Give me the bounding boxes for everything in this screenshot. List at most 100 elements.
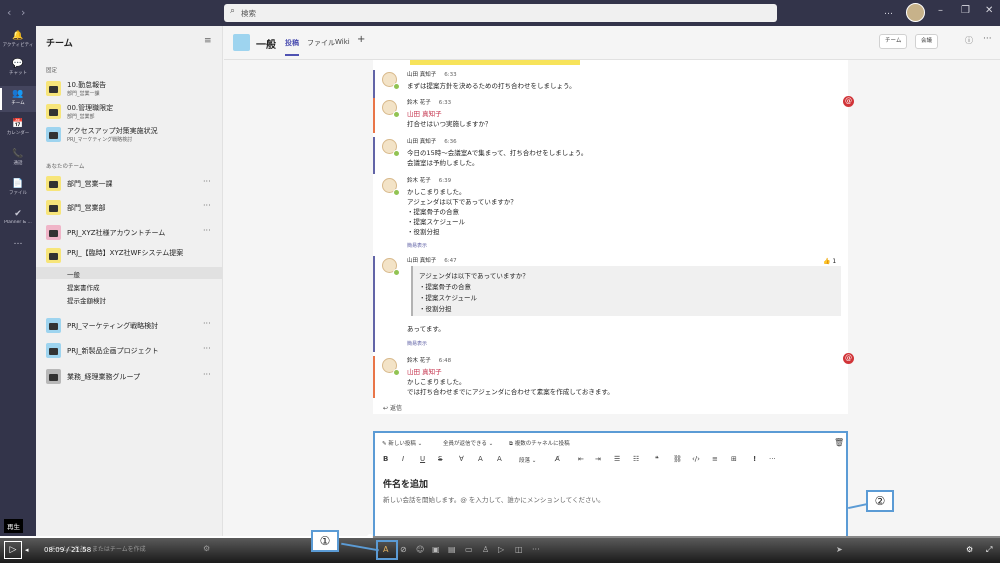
channel-item[interactable]: 提示金額検討 [36, 293, 223, 305]
callout-1: ① [311, 530, 339, 552]
highlight-icon[interactable]: ∀ [459, 455, 464, 463]
praise-icon[interactable]: ♙ [482, 545, 489, 554]
stream-icon[interactable]: ▷ [498, 545, 504, 554]
more-icon[interactable]: ··· [203, 370, 211, 379]
avatar [382, 258, 400, 276]
mention-text[interactable]: 山田 真知子 [407, 366, 442, 376]
fullscreen-icon[interactable]: ⤢ [986, 545, 992, 555]
font-color-icon[interactable]: A [478, 455, 483, 463]
pinned-channel[interactable]: 10.勤怠報告 部門_営業一課 [36, 78, 223, 100]
send-icon[interactable]: ➤ [836, 545, 843, 554]
bold-icon[interactable]: B [383, 455, 388, 463]
rail-teams[interactable]: 👥 チーム [0, 86, 36, 112]
gif-icon[interactable]: ▣ [432, 545, 440, 554]
more-options-icon[interactable]: … [884, 7, 893, 17]
compose-box[interactable]: ✎ 新しい投稿 ⌄ 全員が返信できる ⌄ ⧉ 複数のチャネルに投稿 🗑 B I … [373, 431, 848, 539]
filter-icon[interactable]: ≡ [204, 36, 212, 46]
new-post-dropdown[interactable]: ✎ 新しい投稿 ⌄ [382, 439, 422, 447]
bell-icon: 🔔 [12, 31, 24, 41]
more-icon[interactable]: ··· [203, 344, 211, 353]
message-input[interactable]: 新しい会話を開始します。@ を入力して、誰かにメンションしてください。 [383, 494, 605, 504]
strikethrough-icon[interactable]: S [438, 455, 442, 463]
paragraph-dropdown[interactable]: 段落 ⌄ [519, 456, 536, 464]
team-item[interactable]: 部門_営業一課 ··· [36, 173, 223, 195]
format-icon[interactable]: A [383, 545, 388, 554]
rail-calendar[interactable]: 📅 カレンダー [0, 116, 36, 142]
indent-icon[interactable]: ⇥ [595, 455, 601, 463]
pinned-channel[interactable]: アクセスアップ対策実施状況 PRJ_マーケティング戦略検討 [36, 124, 223, 146]
rail-planner[interactable]: ✔ Planner & ... [0, 206, 36, 232]
info-icon[interactable]: ⓘ [965, 35, 973, 46]
emoji-icon[interactable]: ☺ [416, 545, 424, 554]
quote-icon[interactable]: ❝ [655, 455, 659, 463]
more-icon[interactable]: ··· [203, 177, 211, 186]
underline-icon[interactable]: U [420, 455, 425, 463]
team-item[interactable]: PRJ_新製品企画プロジェクト ··· [36, 340, 223, 362]
maximize-icon[interactable]: ❐ [961, 5, 970, 16]
rail-files[interactable]: 📄 ファイル [0, 176, 36, 202]
more-icon[interactable]: ··· [769, 455, 776, 463]
channel-item-general[interactable]: 一般 [36, 267, 223, 279]
your-teams-label: あなたのチーム [46, 164, 85, 170]
clear-format-icon[interactable]: A̸ [555, 455, 560, 463]
team-item[interactable]: PRJ_【臨時】XYZ社WFシステム提案 [36, 245, 223, 267]
close-icon[interactable]: ✕ [985, 5, 993, 16]
meet-now-icon[interactable]: ▭ [465, 545, 473, 554]
meet-button[interactable]: 会議 [915, 34, 939, 49]
numbered-list-icon[interactable]: ☷ [633, 455, 639, 463]
team-button[interactable]: チーム [879, 34, 908, 49]
mention-text[interactable]: 山田 真知子 [407, 108, 442, 118]
channel-header: 一般 投稿 ファイル Wiki + チーム 会議 ⓘ ··· [224, 26, 1000, 60]
gear-icon[interactable]: ⚙ [203, 544, 210, 553]
subject-field[interactable]: 件名を追加 [383, 477, 428, 490]
chat-icon: 💬 [12, 59, 24, 69]
more-icon[interactable]: ··· [983, 34, 992, 44]
forward-icon[interactable]: › [21, 6, 25, 19]
more-icon[interactable]: ··· [532, 545, 540, 554]
sticker-icon[interactable]: ▤ [448, 545, 456, 554]
more-icon[interactable]: ··· [203, 201, 211, 210]
play-button[interactable]: ▷ [4, 541, 22, 559]
important-icon[interactable]: ! [753, 455, 756, 463]
pinned-channel[interactable]: 00.管理職限定 部門_営業部 [36, 101, 223, 123]
bullet-list-icon[interactable]: ☰ [614, 455, 620, 463]
team-item[interactable]: 部門_営業部 ··· [36, 197, 223, 219]
rail-calls[interactable]: 📞 通話 [0, 146, 36, 172]
collapse-link[interactable]: 簡易表示 [407, 242, 427, 249]
minimize-icon[interactable]: – [938, 5, 943, 16]
add-tab-icon[interactable]: + [357, 34, 365, 45]
profile-avatar[interactable] [906, 3, 925, 22]
font-size-icon[interactable]: A [497, 455, 502, 463]
rail-more[interactable]: … [0, 234, 36, 260]
tab-wiki[interactable]: Wiki [335, 38, 350, 46]
rail-activity[interactable]: 🔔 アクティビティ [0, 28, 36, 54]
app-icon[interactable]: ◫ [515, 545, 523, 554]
collapse-link[interactable]: 簡易表示 [407, 340, 427, 347]
back-icon[interactable]: ‹ [7, 6, 11, 19]
outdent-icon[interactable]: ⇤ [578, 455, 584, 463]
tab-posts[interactable]: 投稿 [285, 38, 299, 56]
more-icon[interactable]: ··· [203, 226, 211, 235]
settings-gear-icon[interactable]: ⚙ [966, 545, 973, 554]
trash-icon[interactable]: 🗑 [834, 438, 844, 447]
team-item[interactable]: 業務_経理業務グループ ··· [36, 366, 223, 388]
link-icon[interactable]: ⛓ [673, 455, 682, 463]
reply-button[interactable]: ↩ 返信 [383, 403, 402, 412]
rail-chat[interactable]: 💬 チャット [0, 56, 36, 82]
reply-permission-dropdown[interactable]: 全員が返信できる ⌄ [443, 439, 493, 447]
team-item[interactable]: PRJ_XYZ社様アカウントチーム ··· [36, 222, 223, 244]
like-reaction[interactable]: 👍 1 [823, 258, 836, 265]
code-icon[interactable]: ‹/› [692, 455, 700, 463]
italic-icon[interactable]: I [402, 455, 404, 463]
search-input[interactable]: ⌕ 検索 [224, 4, 777, 22]
volume-icon[interactable]: ◂ [25, 546, 29, 554]
table-icon[interactable]: ⊞ [731, 455, 737, 463]
team-item[interactable]: PRJ_マーケティング戦略検討 ··· [36, 315, 223, 337]
multi-channel-post[interactable]: ⧉ 複数のチャネルに投稿 [509, 439, 570, 448]
more-icon[interactable]: ··· [203, 319, 211, 328]
channel-item[interactable]: 提案書作成 [36, 280, 223, 292]
attach-icon[interactable]: ⊘ [400, 545, 407, 554]
team-logo [46, 225, 61, 240]
tab-files[interactable]: ファイル [307, 38, 335, 48]
divider-icon[interactable]: ≡ [712, 455, 718, 463]
